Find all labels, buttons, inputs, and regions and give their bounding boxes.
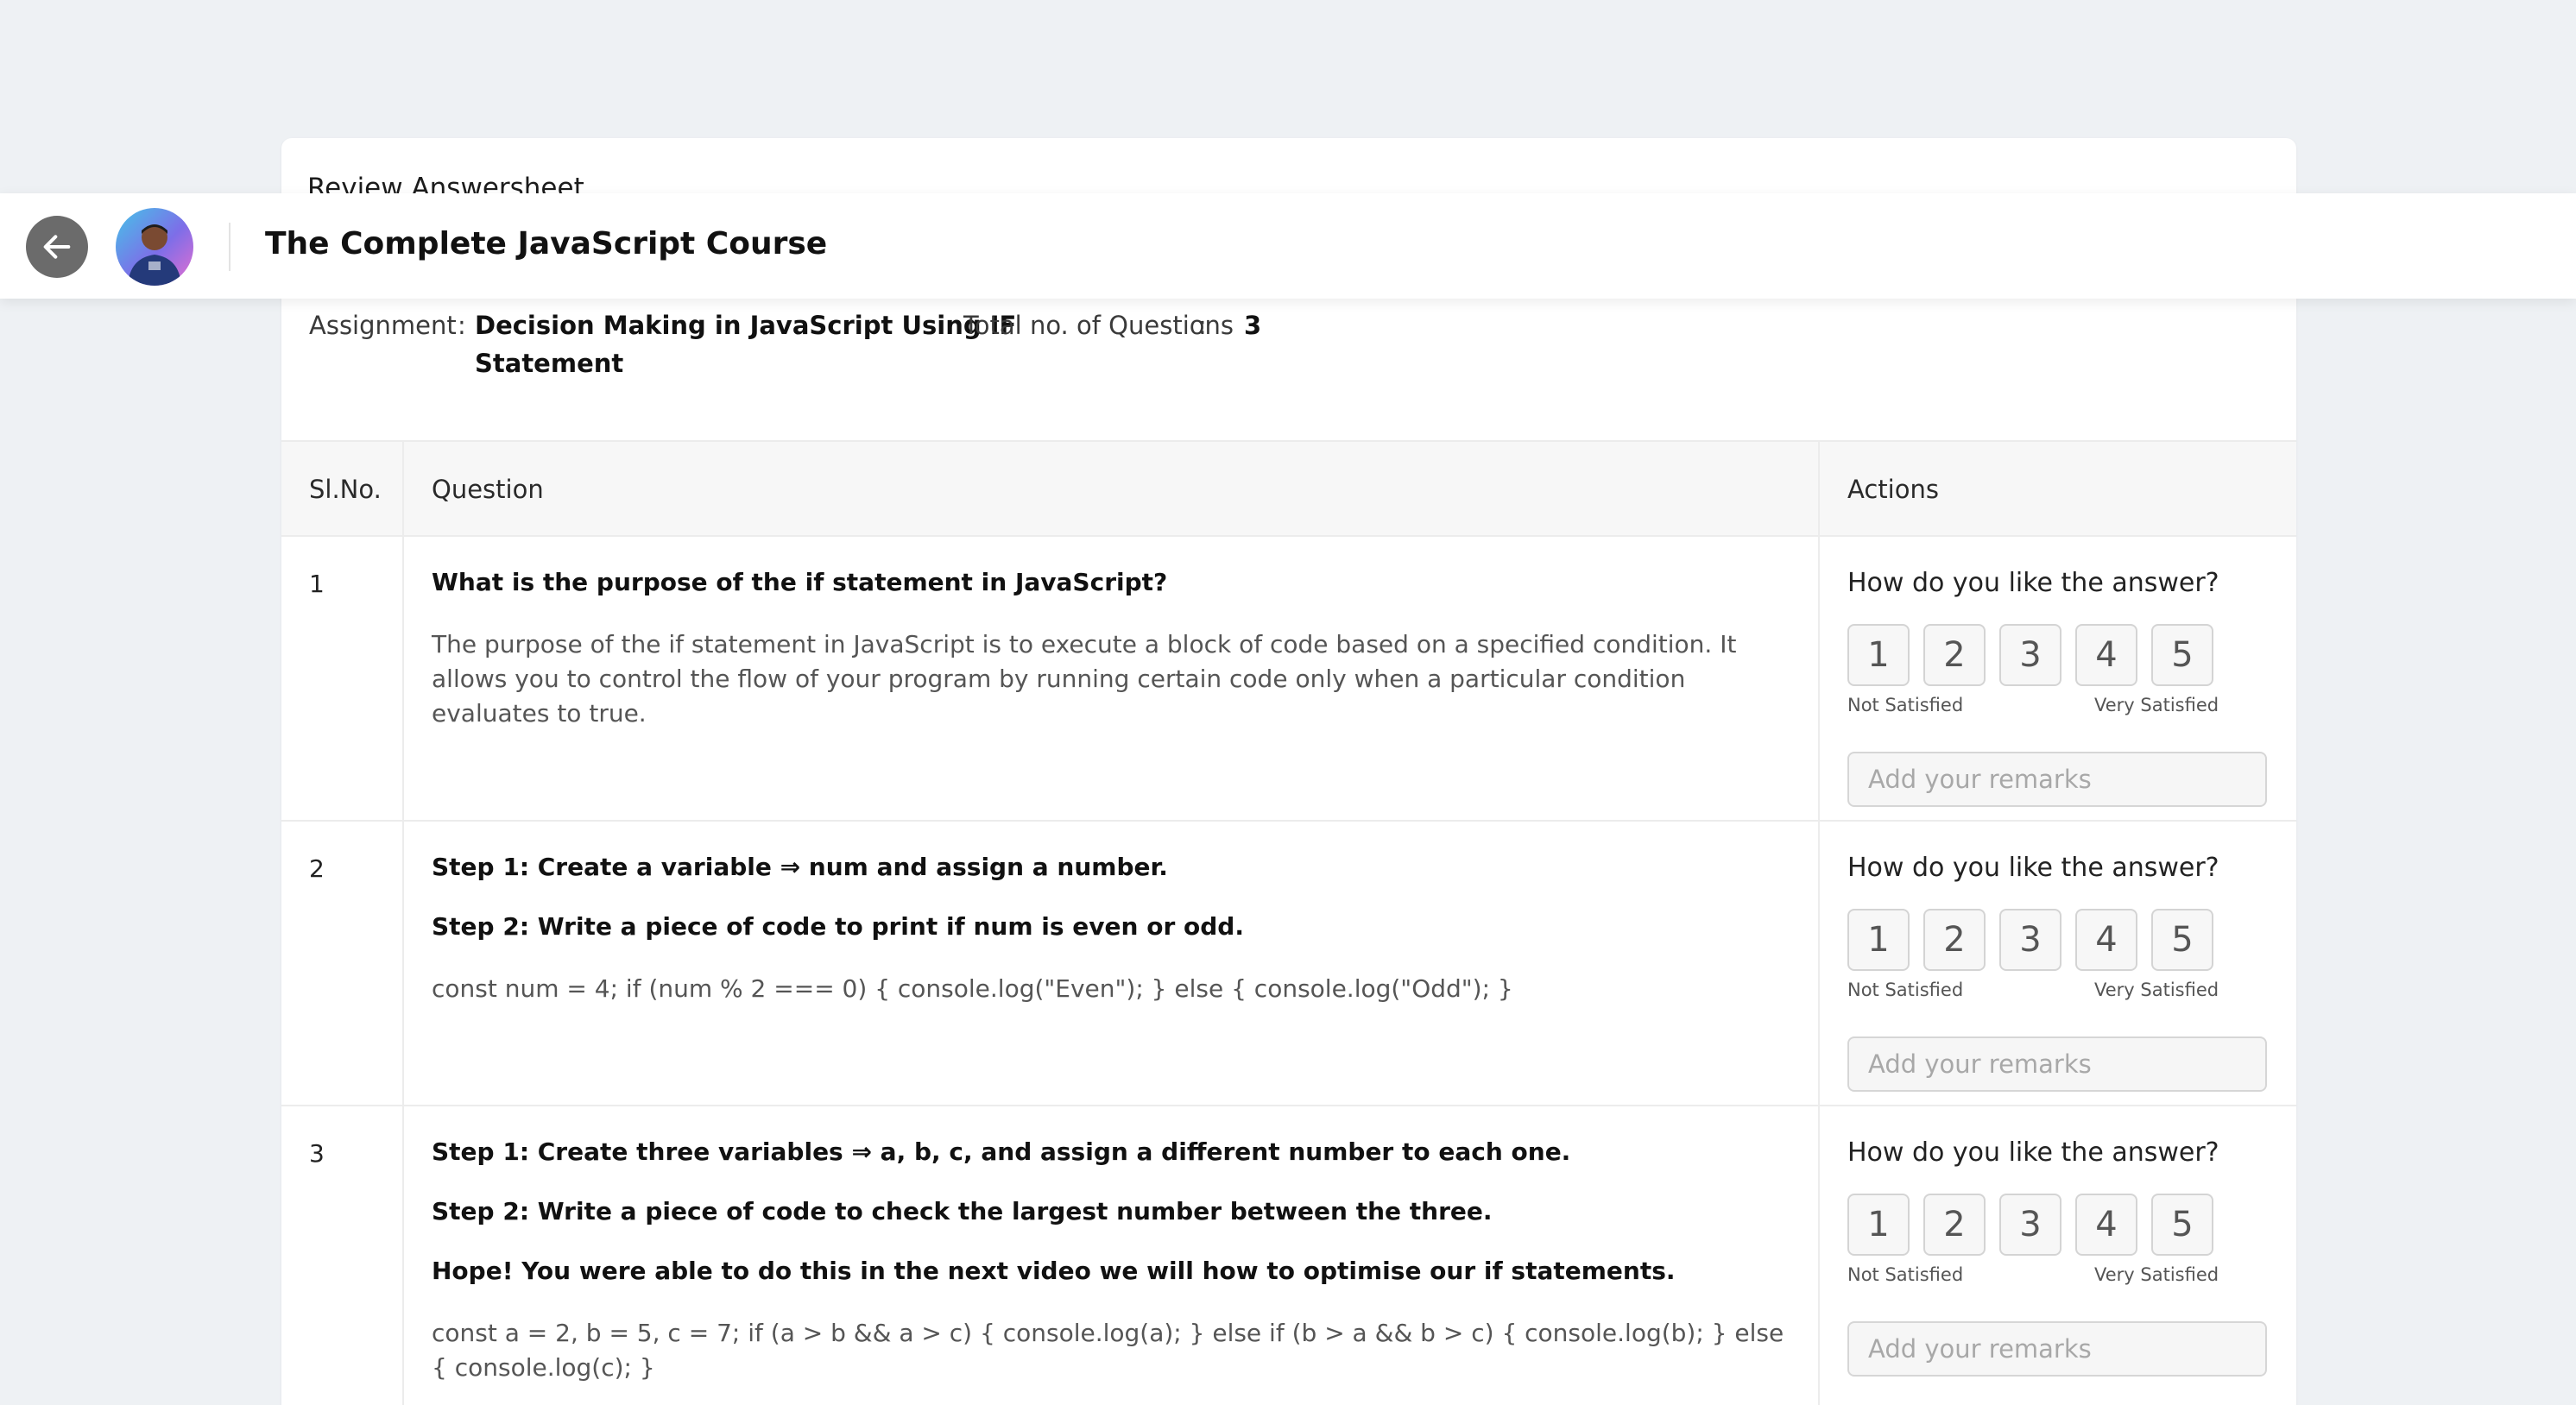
column-divider — [402, 1106, 404, 1405]
rating-option-4[interactable]: 4 — [2075, 909, 2137, 971]
table-header: Sl.No. Question Actions — [281, 440, 2296, 537]
rating-scale: 1 2 3 4 5 — [1847, 909, 2270, 971]
table-row: 2 Step 1: Create a variable ⇒ num and as… — [281, 822, 2296, 1106]
total-questions-label: Total no. of Questions — [963, 311, 1234, 340]
very-satisfied-label: Very Satisfied — [2094, 980, 2219, 1000]
avatar — [116, 208, 193, 286]
column-divider — [1818, 442, 1820, 535]
answer-text: The purpose of the if statement in JavaS… — [432, 630, 1737, 728]
header-question: Question — [432, 475, 544, 504]
question-text: Hope! You were able to do this in the ne… — [432, 1257, 1676, 1285]
rating-prompt: How do you like the answer? — [1847, 1137, 2219, 1168]
course-title: The Complete JavaScript Course — [265, 226, 828, 261]
back-button[interactable] — [26, 216, 88, 278]
header-divider — [229, 223, 230, 271]
rating-prompt: How do you like the answer? — [1847, 568, 2219, 598]
question-cell: Step 1: Create a variable ⇒ num and assi… — [432, 853, 1787, 1006]
question-text: Step 1: Create a variable ⇒ num and assi… — [432, 853, 1168, 881]
questions-table: Sl.No. Question Actions 1 What is the pu… — [281, 440, 2296, 1405]
rating-actions: How do you like the answer? 1 2 3 4 5 No… — [1847, 1137, 2270, 1377]
not-satisfied-label: Not Satisfied — [1847, 695, 1964, 715]
rating-option-4[interactable]: 4 — [2075, 1194, 2137, 1256]
header-slno: Sl.No. — [309, 475, 382, 504]
rating-option-5[interactable]: 5 — [2151, 909, 2213, 971]
assignment-sep: : — [458, 311, 466, 340]
rating-actions: How do you like the answer? 1 2 3 4 5 No… — [1847, 853, 2270, 1092]
assignment-name-cont: Statement — [475, 349, 624, 378]
remarks-input[interactable] — [1847, 1036, 2267, 1092]
rating-prompt: How do you like the answer? — [1847, 853, 2219, 883]
question-cell: What is the purpose of the if statement … — [432, 568, 1787, 731]
rating-option-4[interactable]: 4 — [2075, 624, 2137, 686]
not-satisfied-label: Not Satisfied — [1847, 980, 1964, 1000]
rating-scale-labels: Not Satisfied Very Satisfied — [1847, 695, 2270, 721]
rating-scale-labels: Not Satisfied Very Satisfied — [1847, 1264, 2270, 1290]
column-divider — [1818, 822, 1820, 1105]
row-number: 1 — [309, 570, 325, 598]
remarks-input[interactable] — [1847, 752, 2267, 807]
answer-text: const a = 2, b = 5, c = 7; if (a > b && … — [432, 1319, 1784, 1382]
table-row: 3 Step 1: Create three variables ⇒ a, b,… — [281, 1106, 2296, 1405]
not-satisfied-label: Not Satisfied — [1847, 1264, 1964, 1285]
arrow-left-icon — [43, 235, 71, 259]
very-satisfied-label: Very Satisfied — [2094, 695, 2219, 715]
rating-option-1[interactable]: 1 — [1847, 909, 1910, 971]
remarks-input[interactable] — [1847, 1321, 2267, 1377]
total-questions-value: 3 — [1244, 311, 1262, 340]
assignment-name: Decision Making in JavaScript Using IF — [475, 311, 1017, 340]
column-divider — [402, 442, 404, 535]
rating-option-1[interactable]: 1 — [1847, 624, 1910, 686]
rating-option-1[interactable]: 1 — [1847, 1194, 1910, 1256]
rating-option-3[interactable]: 3 — [1999, 624, 2061, 686]
column-divider — [1818, 1106, 1820, 1405]
rating-option-2[interactable]: 2 — [1923, 624, 1986, 686]
rating-option-2[interactable]: 2 — [1923, 909, 1986, 971]
rating-scale-labels: Not Satisfied Very Satisfied — [1847, 980, 2270, 1005]
rating-scale: 1 2 3 4 5 — [1847, 624, 2270, 686]
course-header: The Complete JavaScript Course — [0, 193, 2576, 299]
rating-option-2[interactable]: 2 — [1923, 1194, 1986, 1256]
question-cell: Step 1: Create three variables ⇒ a, b, c… — [432, 1137, 1787, 1385]
table-row: 1 What is the purpose of the if statemen… — [281, 537, 2296, 822]
header-actions: Actions — [1847, 475, 1939, 504]
row-number: 3 — [309, 1139, 325, 1168]
question-text: What is the purpose of the if statement … — [432, 568, 1168, 596]
rating-scale: 1 2 3 4 5 — [1847, 1194, 2270, 1256]
column-divider — [1818, 537, 1820, 820]
rating-option-3[interactable]: 3 — [1999, 1194, 2061, 1256]
question-text: Step 1: Create three variables ⇒ a, b, c… — [432, 1137, 1571, 1166]
rating-option-5[interactable]: 5 — [2151, 1194, 2213, 1256]
rating-option-5[interactable]: 5 — [2151, 624, 2213, 686]
avatar-image — [128, 224, 181, 286]
rating-option-3[interactable]: 3 — [1999, 909, 2061, 971]
column-divider — [402, 822, 404, 1105]
answer-text: const num = 4; if (num % 2 === 0) { cons… — [432, 974, 1513, 1003]
question-text: Step 2: Write a piece of code to print i… — [432, 912, 1244, 941]
rating-actions: How do you like the answer? 1 2 3 4 5 No… — [1847, 568, 2270, 807]
total-questions-sep: : — [1198, 311, 1207, 340]
assignment-label: Assignment — [309, 311, 457, 340]
very-satisfied-label: Very Satisfied — [2094, 1264, 2219, 1285]
question-text: Step 2: Write a piece of code to check t… — [432, 1197, 1493, 1225]
column-divider — [402, 537, 404, 820]
row-number: 2 — [309, 854, 325, 883]
